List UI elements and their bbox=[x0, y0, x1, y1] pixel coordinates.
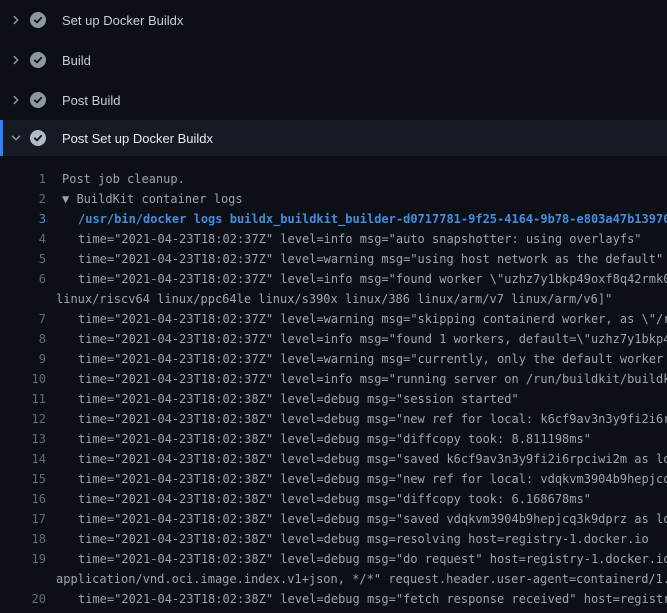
log-line-text: time="2021-04-23T18:02:37Z" level=info m… bbox=[46, 229, 667, 249]
log-line-text: time="2021-04-23T18:02:38Z" level=debug … bbox=[46, 549, 667, 569]
check-circle-icon bbox=[30, 12, 46, 28]
log-line-text: time="2021-04-23T18:02:37Z" level=warnin… bbox=[46, 349, 667, 369]
log-group-toggle[interactable]: ▼ BuildKit container logs bbox=[46, 189, 667, 209]
log-row: 8time="2021-04-23T18:02:37Z" level=info … bbox=[0, 329, 667, 349]
log-line-text: Post job cleanup. bbox=[46, 169, 667, 189]
log-line-number bbox=[0, 289, 46, 309]
log-line-number[interactable]: 20 bbox=[0, 589, 46, 609]
log-line-text: time="2021-04-23T18:02:38Z" level=debug … bbox=[46, 409, 667, 429]
log-line-number[interactable]: 6 bbox=[0, 269, 46, 289]
log-line-number[interactable]: 13 bbox=[0, 429, 46, 449]
step-row-3[interactable]: Post Set up Docker Buildx bbox=[0, 120, 667, 156]
log-row: 2▼ BuildKit container logs bbox=[0, 189, 667, 209]
log-line-number bbox=[0, 569, 46, 589]
log-line-text: time="2021-04-23T18:02:38Z" level=debug … bbox=[46, 509, 667, 529]
log-row: 3/usr/bin/docker logs buildx_buildkit_bu… bbox=[0, 209, 667, 229]
chevron-right-icon bbox=[10, 14, 22, 26]
log-line-number[interactable]: 7 bbox=[0, 309, 46, 329]
step-label: Post Set up Docker Buildx bbox=[62, 131, 213, 146]
log-line-number[interactable]: 3 bbox=[0, 209, 46, 229]
log-line-number[interactable]: 9 bbox=[0, 349, 46, 369]
check-circle-icon bbox=[30, 92, 46, 108]
log-line-number[interactable]: 5 bbox=[0, 249, 46, 269]
log-line-number[interactable]: 1 bbox=[0, 169, 46, 189]
check-circle-icon bbox=[30, 130, 46, 146]
chevron-right-icon bbox=[10, 94, 22, 106]
log-line-number[interactable]: 18 bbox=[0, 529, 46, 549]
log-line-text: time="2021-04-23T18:02:37Z" level=warnin… bbox=[46, 249, 667, 269]
steps-list: Set up Docker Buildx Build Post Build Post … bbox=[0, 0, 667, 156]
log-row: 13time="2021-04-23T18:02:38Z" level=debu… bbox=[0, 429, 667, 449]
step-label: Post Build bbox=[62, 93, 121, 108]
log-row: 1Post job cleanup. bbox=[0, 169, 667, 189]
log-line-text: time="2021-04-23T18:02:38Z" level=debug … bbox=[46, 449, 667, 469]
log-row: 19time="2021-04-23T18:02:38Z" level=debu… bbox=[0, 549, 667, 569]
log-row: 14time="2021-04-23T18:02:38Z" level=debu… bbox=[0, 449, 667, 469]
log-row: 11time="2021-04-23T18:02:38Z" level=debu… bbox=[0, 389, 667, 409]
log-row: 7time="2021-04-23T18:02:37Z" level=warni… bbox=[0, 309, 667, 329]
step-row-0[interactable]: Set up Docker Buildx bbox=[0, 0, 667, 40]
log-line-text: time="2021-04-23T18:02:38Z" level=debug … bbox=[46, 389, 667, 409]
log-line-text: time="2021-04-23T18:02:37Z" level=warnin… bbox=[46, 309, 667, 329]
chevron-down-icon bbox=[10, 132, 22, 144]
step-row-1[interactable]: Build bbox=[0, 40, 667, 80]
log-row: 6time="2021-04-23T18:02:37Z" level=info … bbox=[0, 269, 667, 289]
check-circle-icon bbox=[30, 52, 46, 68]
log-line-number[interactable]: 19 bbox=[0, 549, 46, 569]
log-line-number[interactable]: 10 bbox=[0, 369, 46, 389]
log-area: 1Post job cleanup.2▼ BuildKit container … bbox=[0, 156, 667, 613]
log-row: 16time="2021-04-23T18:02:38Z" level=debu… bbox=[0, 489, 667, 509]
log-line-text: time="2021-04-23T18:02:37Z" level=info m… bbox=[46, 329, 667, 349]
log-row: 10time="2021-04-23T18:02:37Z" level=info… bbox=[0, 369, 667, 389]
log-line-text: time="2021-04-23T18:02:38Z" level=debug … bbox=[46, 469, 667, 489]
log-line-text: time="2021-04-23T18:02:38Z" level=debug … bbox=[46, 589, 667, 609]
log-line-number[interactable]: 17 bbox=[0, 509, 46, 529]
step-label: Build bbox=[62, 53, 91, 68]
log-row: 17time="2021-04-23T18:02:38Z" level=debu… bbox=[0, 509, 667, 529]
log-line-number[interactable]: 15 bbox=[0, 469, 46, 489]
step-row-2[interactable]: Post Build bbox=[0, 80, 667, 120]
step-label: Set up Docker Buildx bbox=[62, 13, 183, 28]
chevron-right-icon bbox=[10, 54, 22, 66]
log-line-number[interactable]: 12 bbox=[0, 409, 46, 429]
log-row: 4time="2021-04-23T18:02:37Z" level=info … bbox=[0, 229, 667, 249]
log-line-number[interactable]: 16 bbox=[0, 489, 46, 509]
log-line-text: time="2021-04-23T18:02:37Z" level=info m… bbox=[46, 369, 667, 389]
log-row: linux/riscv64 linux/ppc64le linux/s390x … bbox=[0, 289, 667, 309]
log-row: 5time="2021-04-23T18:02:37Z" level=warni… bbox=[0, 249, 667, 269]
log-row: 15time="2021-04-23T18:02:38Z" level=debu… bbox=[0, 469, 667, 489]
log-line-text: application/vnd.oci.image.index.v1+json,… bbox=[46, 569, 667, 589]
log-row: application/vnd.oci.image.index.v1+json,… bbox=[0, 569, 667, 589]
log-line-number[interactable]: 4 bbox=[0, 229, 46, 249]
log-row: 20time="2021-04-23T18:02:38Z" level=debu… bbox=[0, 589, 667, 609]
log-row: 9time="2021-04-23T18:02:37Z" level=warni… bbox=[0, 349, 667, 369]
log-line-text: /usr/bin/docker logs buildx_buildkit_bui… bbox=[46, 209, 667, 229]
log-row: 12time="2021-04-23T18:02:38Z" level=debu… bbox=[0, 409, 667, 429]
log-line-number[interactable]: 8 bbox=[0, 329, 46, 349]
log-line-text: linux/riscv64 linux/ppc64le linux/s390x … bbox=[46, 289, 667, 309]
log-line-text: time="2021-04-23T18:02:37Z" level=info m… bbox=[46, 269, 667, 289]
log-line-text: time="2021-04-23T18:02:38Z" level=debug … bbox=[46, 489, 667, 509]
log-line-number[interactable]: 11 bbox=[0, 389, 46, 409]
log-line-text: time="2021-04-23T18:02:38Z" level=debug … bbox=[46, 429, 667, 449]
log-line-text: time="2021-04-23T18:02:38Z" level=debug … bbox=[46, 529, 667, 549]
log-line-number[interactable]: 2 bbox=[0, 189, 46, 209]
log-row: 18time="2021-04-23T18:02:38Z" level=debu… bbox=[0, 529, 667, 549]
log-line-number[interactable]: 14 bbox=[0, 449, 46, 469]
